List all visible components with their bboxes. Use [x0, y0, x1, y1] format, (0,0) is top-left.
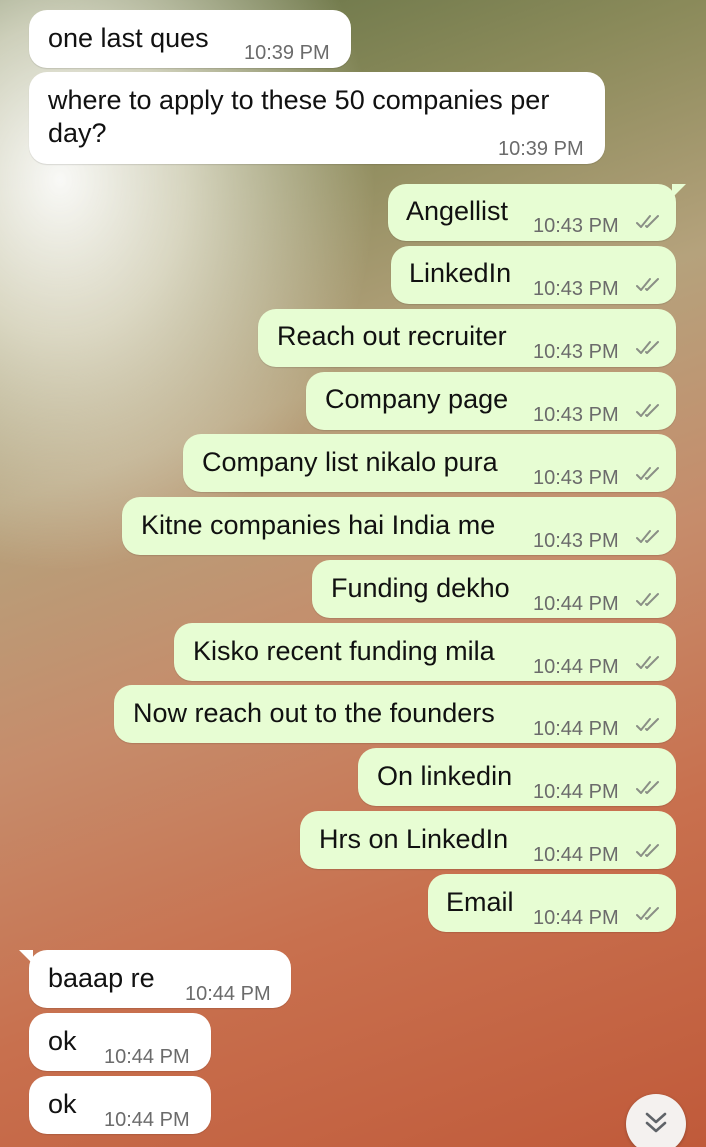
- double-check-icon: [636, 844, 659, 857]
- message-time: 10:39 PM: [244, 42, 330, 64]
- message-time: 10:44 PM: [185, 983, 271, 1005]
- outgoing-message[interactable]: Company list nikalo pura 10:43 PM: [183, 434, 676, 492]
- message-time: 10:44 PM: [533, 907, 619, 929]
- double-check-icon: [636, 404, 659, 417]
- outgoing-message[interactable]: LinkedIn 10:43 PM: [391, 246, 676, 304]
- chat-message-list[interactable]: one last ques 10:39 PM where to apply to…: [0, 0, 706, 1147]
- outgoing-message[interactable]: Funding dekho 10:44 PM: [312, 560, 676, 618]
- outgoing-message[interactable]: Now reach out to the founders 10:44 PM: [114, 685, 676, 743]
- message-time: 10:44 PM: [533, 656, 619, 678]
- incoming-message[interactable]: ok 10:44 PM: [29, 1013, 211, 1071]
- message-time: 10:44 PM: [533, 844, 619, 866]
- outgoing-message[interactable]: Company page 10:43 PM: [306, 372, 676, 430]
- message-text: Hrs on LinkedIn: [319, 824, 509, 854]
- incoming-message[interactable]: ok 10:44 PM: [29, 1076, 211, 1134]
- message-text: ok: [48, 1089, 77, 1119]
- outgoing-message[interactable]: Reach out recruiter 10:43 PM: [258, 309, 676, 367]
- message-text: Company list nikalo pura: [202, 447, 498, 477]
- message-text: Kitne companies hai India me: [141, 510, 496, 540]
- scroll-to-bottom-button[interactable]: [626, 1094, 686, 1147]
- message-text: Reach out recruiter: [277, 321, 507, 351]
- double-check-icon: [636, 215, 659, 228]
- double-check-icon: [636, 907, 659, 920]
- message-time: 10:43 PM: [533, 530, 619, 552]
- message-time: 10:43 PM: [533, 404, 619, 426]
- message-time: 10:44 PM: [104, 1109, 190, 1131]
- outgoing-message[interactable]: Hrs on LinkedIn 10:44 PM: [300, 811, 676, 869]
- outgoing-message[interactable]: Kitne companies hai India me 10:43 PM: [122, 497, 676, 555]
- outgoing-message[interactable]: Angellist 10:43 PM: [388, 184, 686, 241]
- incoming-message[interactable]: where to apply to these 50 companies per…: [29, 72, 605, 164]
- outgoing-message[interactable]: Email 10:44 PM: [428, 874, 676, 932]
- double-check-icon: [636, 656, 659, 669]
- double-chevron-down-icon: [645, 1112, 667, 1133]
- outgoing-message[interactable]: Kisko recent funding mila 10:44 PM: [174, 623, 676, 681]
- message-text: Angellist: [406, 196, 509, 226]
- message-text: Now reach out to the founders: [133, 698, 495, 728]
- message-time: 10:44 PM: [533, 718, 619, 740]
- message-text: Kisko recent funding mila: [193, 636, 495, 666]
- message-time: 10:44 PM: [533, 593, 619, 615]
- message-text: ok: [48, 1026, 77, 1056]
- double-check-icon: [636, 467, 659, 480]
- message-text: Funding dekho: [331, 573, 510, 603]
- message-time: 10:43 PM: [533, 215, 619, 237]
- bubble-tail: [19, 950, 33, 964]
- message-text-line-2: day?: [48, 118, 107, 148]
- double-check-icon: [636, 278, 659, 291]
- message-text: On linkedin: [377, 761, 513, 791]
- outgoing-message[interactable]: On linkedin 10:44 PM: [358, 748, 676, 806]
- incoming-message[interactable]: baaap re 10:44 PM: [19, 950, 291, 1008]
- message-time: 10:39 PM: [498, 138, 584, 160]
- message-text: LinkedIn: [409, 258, 512, 288]
- message-text: Email: [446, 887, 514, 917]
- double-check-icon: [636, 530, 659, 543]
- message-time: 10:43 PM: [533, 341, 619, 363]
- message-text: baaap re: [48, 963, 155, 993]
- double-check-icon: [636, 781, 659, 794]
- incoming-message[interactable]: one last ques 10:39 PM: [29, 10, 351, 68]
- double-check-icon: [636, 593, 659, 606]
- message-time: 10:43 PM: [533, 467, 619, 489]
- double-check-icon: [636, 341, 659, 354]
- message-time: 10:44 PM: [104, 1046, 190, 1068]
- message-time: 10:43 PM: [533, 278, 619, 300]
- message-text: Company page: [325, 384, 509, 414]
- message-time: 10:44 PM: [533, 781, 619, 803]
- bubble-tail: [672, 184, 686, 198]
- message-text: one last ques: [48, 23, 209, 53]
- double-check-icon: [636, 718, 659, 731]
- message-text-line-1: where to apply to these 50 companies per: [48, 85, 550, 115]
